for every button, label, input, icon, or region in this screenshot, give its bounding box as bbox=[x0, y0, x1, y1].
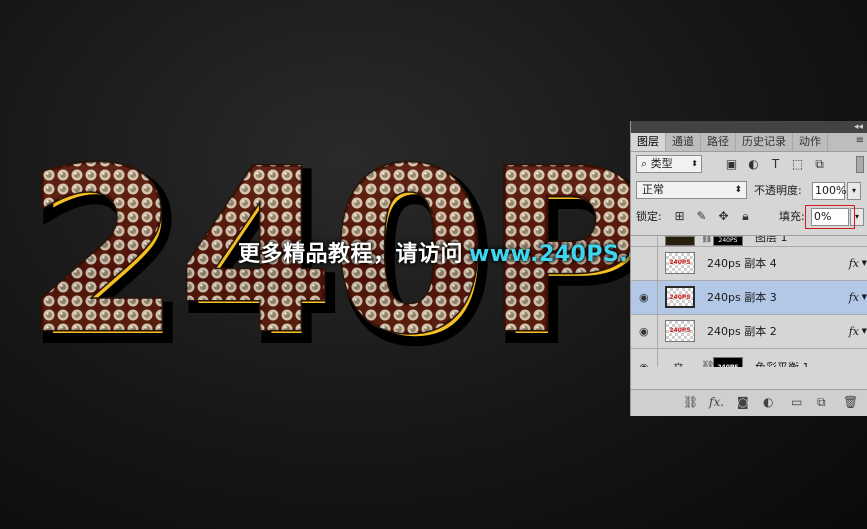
updown-arrow-icon: ⬍ bbox=[691, 159, 698, 168]
link-layers-icon[interactable]: ⛓ bbox=[683, 396, 698, 409]
lock-brush-icon[interactable]: ✎ bbox=[695, 210, 708, 223]
opacity-input[interactable]: 100% bbox=[812, 182, 846, 200]
filter-kind-select[interactable]: ⌕ 类型 ⬍ bbox=[636, 155, 702, 173]
tab-channels[interactable]: 通道 bbox=[666, 133, 701, 151]
folder-icon[interactable]: ▭ bbox=[791, 396, 802, 409]
collapse-icon[interactable]: ◂◂ bbox=[854, 121, 863, 133]
opacity-label: 不透明度: bbox=[754, 184, 802, 197]
expand-arrow-icon[interactable]: ▼ bbox=[862, 247, 867, 280]
filter-kind-label: 类型 bbox=[650, 157, 673, 170]
adjustment-filter-icon[interactable]: ◐ bbox=[747, 158, 760, 171]
link-icon: ⛓ bbox=[701, 235, 713, 244]
tab-actions[interactable]: 动作 bbox=[793, 133, 828, 151]
lock-row: 锁定: ⊞ ✎ ✥ 🔒︎ 填充: 0% ▾ bbox=[631, 204, 867, 230]
fill-highlight-box bbox=[805, 205, 855, 229]
layer-name: 图层 1 bbox=[755, 235, 788, 244]
layer-thumbnail: 240PS bbox=[665, 252, 695, 274]
new-layer-icon[interactable]: ⧉ bbox=[817, 396, 826, 409]
visibility-cell[interactable] bbox=[631, 236, 658, 246]
panel-title-bar: ◂◂ bbox=[631, 121, 867, 133]
watermark-cn: 更多精品教程，请访问 bbox=[238, 242, 464, 267]
layer-name: 240ps 副本 3 bbox=[707, 291, 777, 304]
eye-icon[interactable]: ◉ bbox=[639, 291, 649, 304]
eye-icon[interactable]: ◉ bbox=[639, 361, 649, 367]
fx-icon[interactable]: fx bbox=[849, 315, 859, 348]
panel-menu-icon[interactable]: ≡ bbox=[856, 135, 864, 146]
layer-name: 240ps 副本 2 bbox=[707, 325, 777, 338]
image-filter-icon[interactable]: ▣ bbox=[725, 158, 738, 171]
color-balance-icon: ⚖ bbox=[673, 360, 684, 367]
layer-row-layer1[interactable]: ⛓ 240PS 图层 1 bbox=[631, 236, 867, 247]
panel-bottom-bar: ⛓ fx. ◙ ◐ ▭ ⧉ 🗑︎ bbox=[631, 389, 867, 416]
opacity-dropdown-button[interactable]: ▾ bbox=[847, 182, 861, 200]
layer-name: 色彩平衡 1 bbox=[755, 349, 810, 367]
layer-thumbnail bbox=[665, 236, 695, 246]
layer-name: 240ps 副本 4 bbox=[707, 257, 777, 270]
lock-transparency-icon[interactable]: ⊞ bbox=[673, 210, 686, 223]
layer-row-color-balance[interactable]: ◉ ⚖ ⛓ 240PS 色彩平衡 1 bbox=[631, 349, 867, 367]
layers-list: ⛓ 240PS 图层 1 240PS 240ps 副本 4 fx ▼ ◉ 240… bbox=[631, 235, 867, 367]
trash-icon[interactable]: 🗑︎ bbox=[843, 396, 858, 409]
adjustment-layer-icon[interactable]: ◐ bbox=[763, 396, 773, 409]
visibility-cell[interactable]: ◉ bbox=[631, 349, 658, 367]
layers-panel: ◂◂ 图层 通道 路径 历史记录 动作 ≡ ⌕ 类型 ⬍ ▣ ◐ T ⬚ ⧉ 正… bbox=[630, 121, 867, 416]
layer-thumbnail: 240PS bbox=[665, 320, 695, 342]
expand-arrow-icon[interactable]: ▼ bbox=[862, 315, 867, 348]
shape-filter-icon[interactable]: ⬚ bbox=[791, 158, 804, 171]
smart-object-filter-icon[interactable]: ⧉ bbox=[813, 158, 826, 171]
filter-row: ⌕ 类型 ⬍ ▣ ◐ T ⬚ ⧉ bbox=[631, 152, 867, 178]
tab-history[interactable]: 历史记录 bbox=[736, 133, 793, 151]
fx-icon[interactable]: fx bbox=[849, 281, 859, 314]
filter-toggle[interactable] bbox=[856, 156, 864, 173]
layer-row-240ps-copy3[interactable]: ◉ 240PS 240ps 副本 3 fx ▼ bbox=[631, 281, 867, 315]
blend-mode-select[interactable]: 正常 ⬍ bbox=[636, 181, 747, 199]
lock-all-icon[interactable]: 🔒︎ bbox=[739, 210, 752, 223]
visibility-cell[interactable]: ◉ bbox=[631, 281, 658, 314]
fx-icon[interactable]: fx. bbox=[709, 396, 724, 409]
fill-label: 填充: bbox=[779, 210, 805, 223]
expand-arrow-icon[interactable]: ▼ bbox=[862, 281, 867, 314]
layer-thumbnail: 240PS bbox=[665, 286, 695, 308]
search-icon: ⌕ bbox=[641, 157, 648, 170]
layer-row-240ps-copy2[interactable]: ◉ 240PS 240ps 副本 2 fx ▼ bbox=[631, 315, 867, 349]
fx-icon[interactable]: fx bbox=[849, 247, 859, 280]
tab-paths[interactable]: 路径 bbox=[701, 133, 736, 151]
visibility-cell[interactable]: ◉ bbox=[631, 315, 658, 348]
type-filter-icon[interactable]: T bbox=[769, 158, 782, 171]
blend-mode-value: 正常 bbox=[642, 183, 664, 196]
lock-label: 锁定: bbox=[636, 210, 662, 223]
blend-row: 正常 ⬍ 不透明度: 100% ▾ bbox=[631, 178, 867, 204]
layer-mask-thumbnail: 240PS bbox=[713, 357, 743, 367]
watermark-text: 更多精品教程，请访问 www.240PS.com bbox=[238, 238, 681, 272]
layer-row-240ps-copy4[interactable]: 240PS 240ps 副本 4 fx ▼ bbox=[631, 247, 867, 281]
tab-layers[interactable]: 图层 bbox=[631, 133, 666, 151]
layer-mask-thumbnail: 240PS bbox=[713, 236, 743, 246]
lock-move-icon[interactable]: ✥ bbox=[717, 210, 730, 223]
eye-icon[interactable]: ◉ bbox=[639, 325, 649, 338]
visibility-cell[interactable] bbox=[631, 247, 658, 280]
updown-arrow-icon: ⬍ bbox=[734, 185, 742, 195]
panel-tabs: 图层 通道 路径 历史记录 动作 ≡ bbox=[631, 133, 867, 152]
add-mask-icon[interactable]: ◙ bbox=[737, 396, 749, 409]
